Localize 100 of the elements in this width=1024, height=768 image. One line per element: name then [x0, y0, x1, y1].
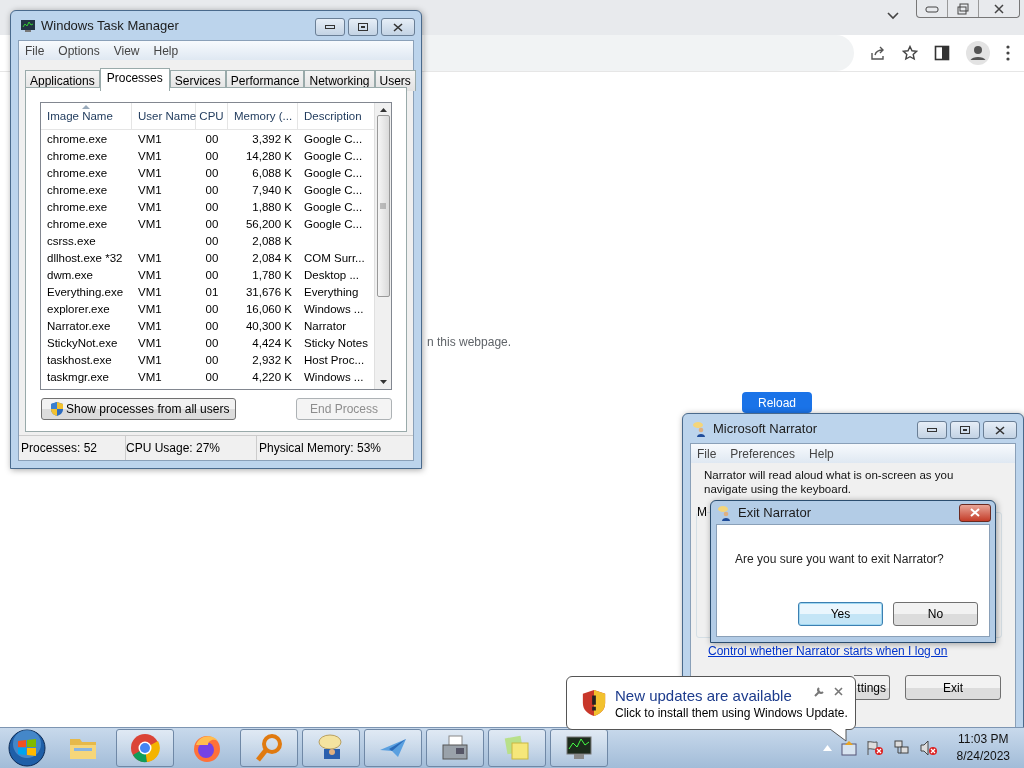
table-cell: 01 [205, 285, 219, 298]
table-cell: 16,060 K [245, 302, 292, 315]
table-cell: Google C... [304, 183, 363, 196]
dialog-button[interactable]: Yes [798, 602, 883, 626]
narrator-button[interactable]: Exit [905, 675, 1001, 700]
table-cell: StickyNot.exe [47, 336, 118, 349]
table-cell: 00 [205, 268, 219, 281]
minimize-icon [927, 427, 937, 433]
status-text: Processes: 52 [19, 436, 126, 460]
table-cell: VM1 [138, 149, 162, 162]
more-menu-icon[interactable] [1006, 45, 1010, 61]
menu-item[interactable]: File [697, 446, 717, 461]
monitor-icon [20, 18, 36, 33]
menu-item[interactable]: Options [58, 43, 100, 58]
show-all-processes-button[interactable]: Show processes from all users [41, 398, 237, 420]
tab[interactable]: Processes [99, 68, 170, 91]
status-text: CPU Usage: 27% [126, 436, 257, 460]
table-cell: 1,880 K [252, 200, 292, 213]
clock-date[interactable]: 8/24/2023 [956, 748, 1010, 765]
share-icon[interactable] [870, 45, 886, 61]
status-text: Physical Memory: 53% [258, 440, 382, 457]
table-cell: VM1 [138, 217, 162, 230]
table-cell: VM1 [138, 200, 162, 213]
taskbar-app-button[interactable] [550, 729, 608, 767]
table-cell: 56,200 K [245, 217, 292, 230]
description-text: Narrator will read aloud what is on-screen as you navigate using the keyboard. [704, 468, 955, 496]
maximize-button[interactable] [950, 421, 980, 439]
reload-button[interactable]: Reload [742, 392, 812, 413]
notification-toast[interactable]: New updates are available Click to install them using Windows Update. [566, 676, 856, 730]
table-cell: 2,932 K [252, 353, 292, 366]
start-button[interactable] [8, 729, 46, 767]
table-cell: Google C... [304, 217, 363, 230]
close-button[interactable] [959, 503, 991, 522]
table-cell: VM1 [138, 336, 162, 349]
balloon-tail [830, 729, 848, 742]
table-cell: VM1 [138, 132, 162, 145]
table-cell: COM Surr... [304, 251, 365, 264]
fax-icon [440, 734, 470, 762]
table-cell: 4,220 K [252, 370, 292, 383]
taskbar-app-button[interactable] [426, 729, 484, 767]
close-icon [392, 22, 404, 32]
column-header[interactable]: User Name [132, 103, 196, 129]
chevron-down-icon[interactable] [887, 12, 899, 20]
table-cell: Desktop ... [304, 268, 359, 281]
menu-item[interactable]: Help [809, 446, 834, 461]
scroll-up-icon[interactable] [379, 108, 387, 112]
table-cell: Windows ... [304, 302, 364, 315]
table-cell: VM1 [138, 285, 162, 298]
table-cell: 7,940 K [252, 183, 292, 196]
table-cell: 00 [205, 166, 219, 179]
table-cell: 6,088 K [252, 166, 292, 179]
side-panel-icon[interactable] [934, 45, 950, 61]
menu-item[interactable]: Help [153, 43, 179, 58]
dialog-message: Are you sure you want to exit Narrator? [735, 552, 945, 566]
column-header[interactable]: Image Name [41, 103, 132, 129]
update-icon[interactable] [840, 740, 857, 756]
scrollbar-thumb[interactable] [376, 115, 390, 297]
page-text: n this webpage. [427, 335, 512, 349]
table-cell: VM1 [138, 302, 162, 315]
muted-speaker-icon[interactable] [919, 740, 938, 756]
close-button[interactable] [381, 18, 415, 36]
profile-icon[interactable] [966, 41, 990, 65]
startup-settings-link[interactable]: Control whether Narrator starts when I log on [708, 644, 1002, 658]
table-cell: dwm.exe [47, 268, 94, 281]
table-cell: VM1 [138, 183, 162, 196]
table-cell: 1,780 K [252, 268, 292, 281]
minimize-button[interactable] [917, 421, 947, 439]
scrollbar[interactable] [374, 103, 391, 389]
monitor-icon [564, 734, 594, 762]
clock-time[interactable]: 11:03 PM [958, 731, 1009, 748]
close-icon [969, 508, 981, 517]
table-cell: Windows ... [304, 370, 364, 383]
table-cell: VM1 [138, 353, 162, 366]
table-cell: VM1 [138, 251, 162, 264]
close-button[interactable] [983, 421, 1017, 439]
table-cell: 00 [205, 234, 219, 247]
maximize-button[interactable] [348, 18, 378, 36]
column-header[interactable]: Memory (... [228, 103, 298, 129]
minimize-button[interactable] [315, 18, 345, 36]
star-icon[interactable] [902, 45, 918, 61]
table-cell: 00 [205, 200, 219, 213]
column-header[interactable]: CPU [196, 103, 228, 129]
table-cell: chrome.exe [47, 200, 108, 213]
menu-item[interactable]: File [25, 43, 45, 58]
flag-icon[interactable] [865, 740, 884, 756]
scroll-down-icon[interactable] [379, 380, 387, 384]
magnifier-icon [254, 733, 284, 763]
table-cell: Sticky Notes [304, 336, 368, 349]
menu-item[interactable]: Preferences [730, 446, 796, 461]
table-cell: 31,676 K [245, 285, 292, 298]
narrator-button[interactable]: ttings [854, 675, 890, 700]
dialog-title: Exit Narrator [738, 505, 811, 520]
table-cell: Google C... [304, 200, 363, 213]
close-icon[interactable] [834, 687, 843, 696]
network-icon[interactable] [892, 740, 911, 756]
table-cell: 14,280 K [245, 149, 292, 162]
column-header[interactable]: Description [298, 103, 374, 129]
dialog-button[interactable]: No [893, 602, 978, 626]
menu-item[interactable]: View [113, 43, 140, 58]
wrench-icon[interactable] [814, 686, 825, 697]
